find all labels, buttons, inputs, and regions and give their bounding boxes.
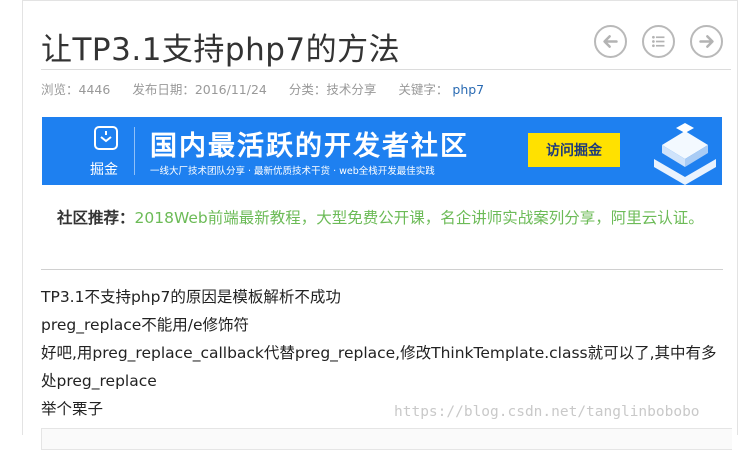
recommend-link[interactable]: 2018Web前端最新教程，大型免费公开课，名企讲师实战案列分享，阿里云认证。 [135,209,704,227]
article-nav [594,25,723,58]
category-label: 分类： [288,82,327,97]
banner-divider [134,127,135,175]
article-body: TP3.1不支持php7的原因是模板解析不成功 preg_replace不能用/… [41,283,731,423]
banner-headline: 国内最活跃的开发者社区 [150,131,469,162]
next-article-button[interactable] [690,25,723,58]
body-line: 好吧,用preg_replace_callback代替preg_replace,… [41,344,717,390]
community-recommendation: 社区推荐：2018Web前端最新教程，大型免费公开课，名企讲师实战案列分享，阿里… [57,206,717,230]
arrow-right-icon [699,35,714,48]
views-meta: 浏览：4446 [41,82,110,97]
article-list-button[interactable] [642,25,675,58]
list-icon [652,35,665,48]
juejin-logo-icon [94,126,118,150]
keyword-link[interactable]: php7 [452,82,484,97]
recommend-divider [41,269,723,270]
csdn-watermark: https://blog.csdn.net/tanglinbobobo [394,404,700,420]
arrow-left-icon [603,35,618,48]
views-label: 浏览： [41,82,79,97]
banner-subline: 一线大厂技术团队分享 · 最新优质技术干货 · web全栈开发最佳实践 [150,166,435,177]
code-block [41,428,732,450]
body-line: TP3.1不支持php7的原因是模板解析不成功 [41,288,341,306]
category-value[interactable]: 技术分享 [326,82,376,97]
article-meta: 浏览：4446 发布日期：2016/11/24 分类：技术分享 关键字： php7 [41,79,520,98]
body-line: preg_replace不能用/e修饰符 [41,316,250,334]
title-divider [41,69,731,70]
recommend-label: 社区推荐： [57,209,135,227]
banner-logo-text: 掘金 [90,162,118,178]
date-meta: 发布日期：2016/11/24 [132,82,267,97]
publish-date: 2016/11/24 [194,82,267,97]
juejin-ad-banner[interactable]: 掘金 国内最活跃的开发者社区 一线大厂技术团队分享 · 最新优质技术干货 · w… [42,117,722,185]
date-label: 发布日期： [132,82,195,97]
prev-article-button[interactable] [594,25,627,58]
keywords-label: 关键字： [398,82,449,97]
views-count: 4446 [78,82,111,97]
keywords-meta: 关键字： php7 [398,82,502,97]
juejin-stack-icon [654,123,716,185]
category-meta: 分类：技术分享 [289,82,377,97]
visit-juejin-button[interactable]: 访问掘金 [528,133,620,167]
page-title: 让TP3.1支持php7的方法 [41,32,401,68]
